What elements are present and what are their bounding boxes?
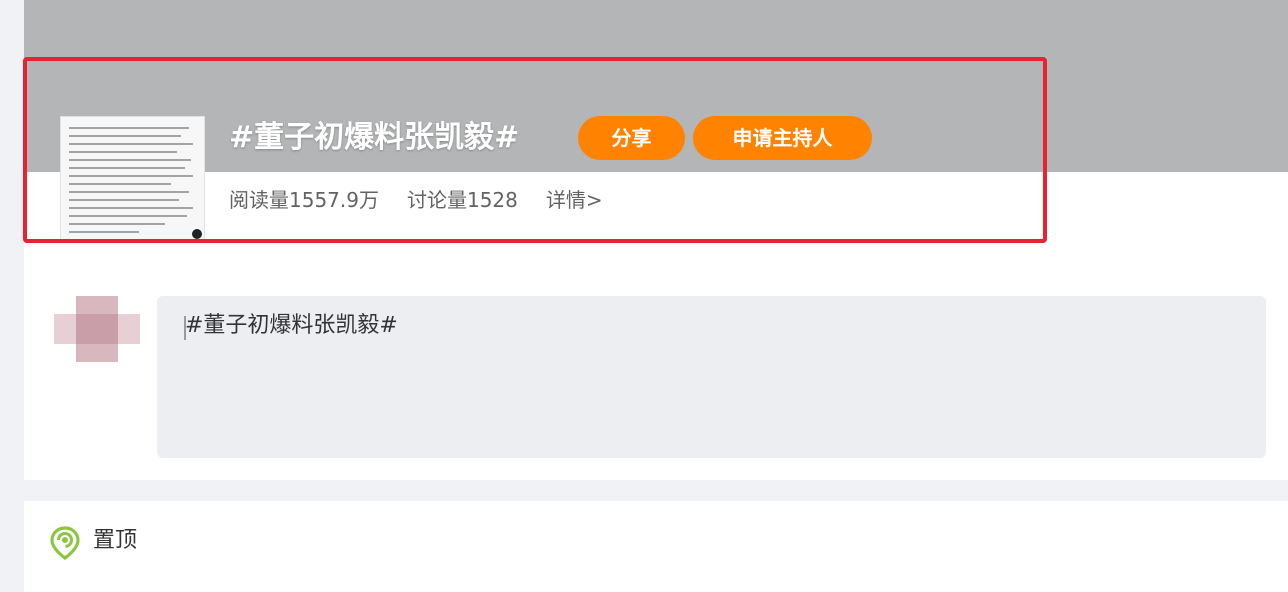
pinned-label: 置顶 [93, 528, 138, 553]
post-composer[interactable]: #董子初爆料张凯毅# [157, 296, 1266, 458]
text-caret [184, 316, 186, 340]
highlight-frame [23, 57, 1047, 243]
location-pin-icon [50, 526, 80, 560]
avatar[interactable] [54, 296, 140, 362]
composer-text[interactable]: #董子初爆料张凯毅# [185, 310, 398, 342]
pinned-section [24, 501, 1288, 592]
